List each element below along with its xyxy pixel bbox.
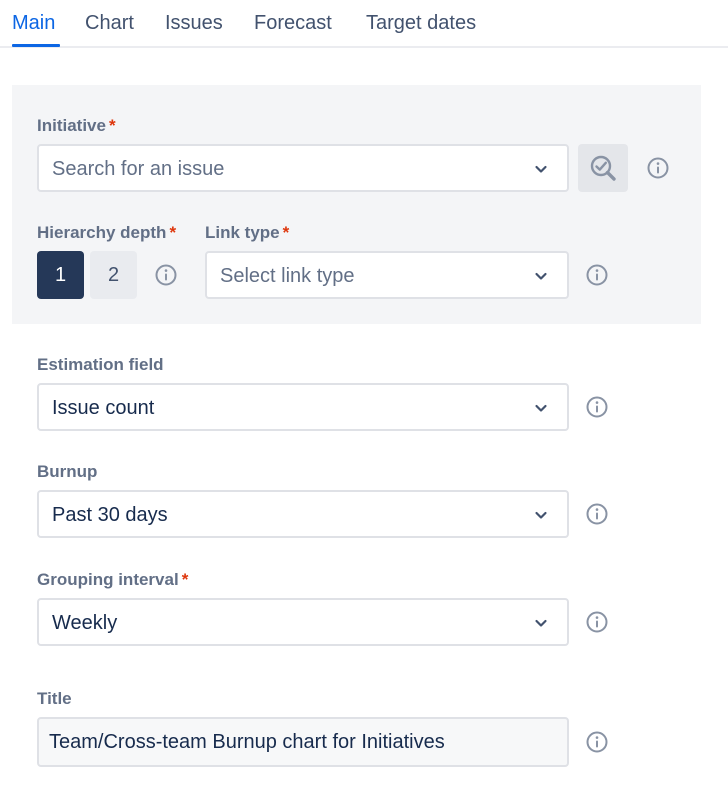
link-type-label: Link type * <box>205 223 289 243</box>
info-icon[interactable] <box>585 395 609 419</box>
active-tab-indicator <box>12 44 60 47</box>
link-type-placeholder: Select link type <box>220 265 355 287</box>
info-icon[interactable] <box>646 156 670 180</box>
tab-main[interactable]: Main <box>12 11 55 35</box>
tab-bar: Main Chart Issues Forecast Target dates <box>0 0 728 48</box>
depth-option-1[interactable]: 1 <box>37 251 84 299</box>
info-icon[interactable] <box>154 263 178 287</box>
tab-forecast[interactable]: Forecast <box>254 11 332 35</box>
chart-title-input[interactable] <box>37 717 569 767</box>
hierarchy-depth-label: Hierarchy depth * <box>37 223 176 243</box>
required-marker: * <box>282 223 290 242</box>
link-type-label-text: Link type <box>205 223 280 242</box>
required-marker: * <box>108 116 116 135</box>
depth-option-2[interactable]: 2 <box>90 251 137 299</box>
tab-chart[interactable]: Chart <box>85 11 134 35</box>
estimation-field-label: Estimation field <box>37 355 164 374</box>
burnup-value: Past 30 days <box>52 504 168 526</box>
chevron-down-icon <box>535 165 547 173</box>
initiative-placeholder: Search for an issue <box>52 158 225 180</box>
estimation-field-select[interactable]: Issue count <box>37 383 569 431</box>
initiative-search-select[interactable]: Search for an issue <box>37 144 569 192</box>
title-label: Title <box>37 689 72 708</box>
grouping-interval-label: Grouping interval * <box>37 570 188 590</box>
initiative-label-text: Initiative <box>37 116 106 135</box>
info-icon[interactable] <box>585 610 609 634</box>
grouping-interval-label-text: Grouping interval <box>37 570 179 589</box>
required-marker: * <box>181 570 189 589</box>
hierarchy-depth-label-text: Hierarchy depth <box>37 223 167 242</box>
burnup-label: Burnup <box>37 462 98 481</box>
grouping-interval-select[interactable]: Weekly <box>37 598 569 646</box>
chevron-down-icon <box>535 272 547 280</box>
check-search-button[interactable] <box>578 144 628 192</box>
tab-issues[interactable]: Issues <box>165 11 223 35</box>
info-icon[interactable] <box>585 263 609 287</box>
initiative-label: Initiative * <box>37 116 116 136</box>
required-marker: * <box>169 223 177 242</box>
grouping-interval-value: Weekly <box>52 612 118 634</box>
check-search-icon <box>590 155 616 181</box>
info-icon[interactable] <box>585 730 609 754</box>
chevron-down-icon <box>535 511 547 519</box>
chevron-down-icon <box>535 404 547 412</box>
link-type-select[interactable]: Select link type <box>205 251 569 299</box>
estimation-field-value: Issue count <box>52 397 155 419</box>
tab-target-dates[interactable]: Target dates <box>366 11 476 35</box>
info-icon[interactable] <box>585 502 609 526</box>
burnup-select[interactable]: Past 30 days <box>37 490 569 538</box>
chevron-down-icon <box>535 619 547 627</box>
